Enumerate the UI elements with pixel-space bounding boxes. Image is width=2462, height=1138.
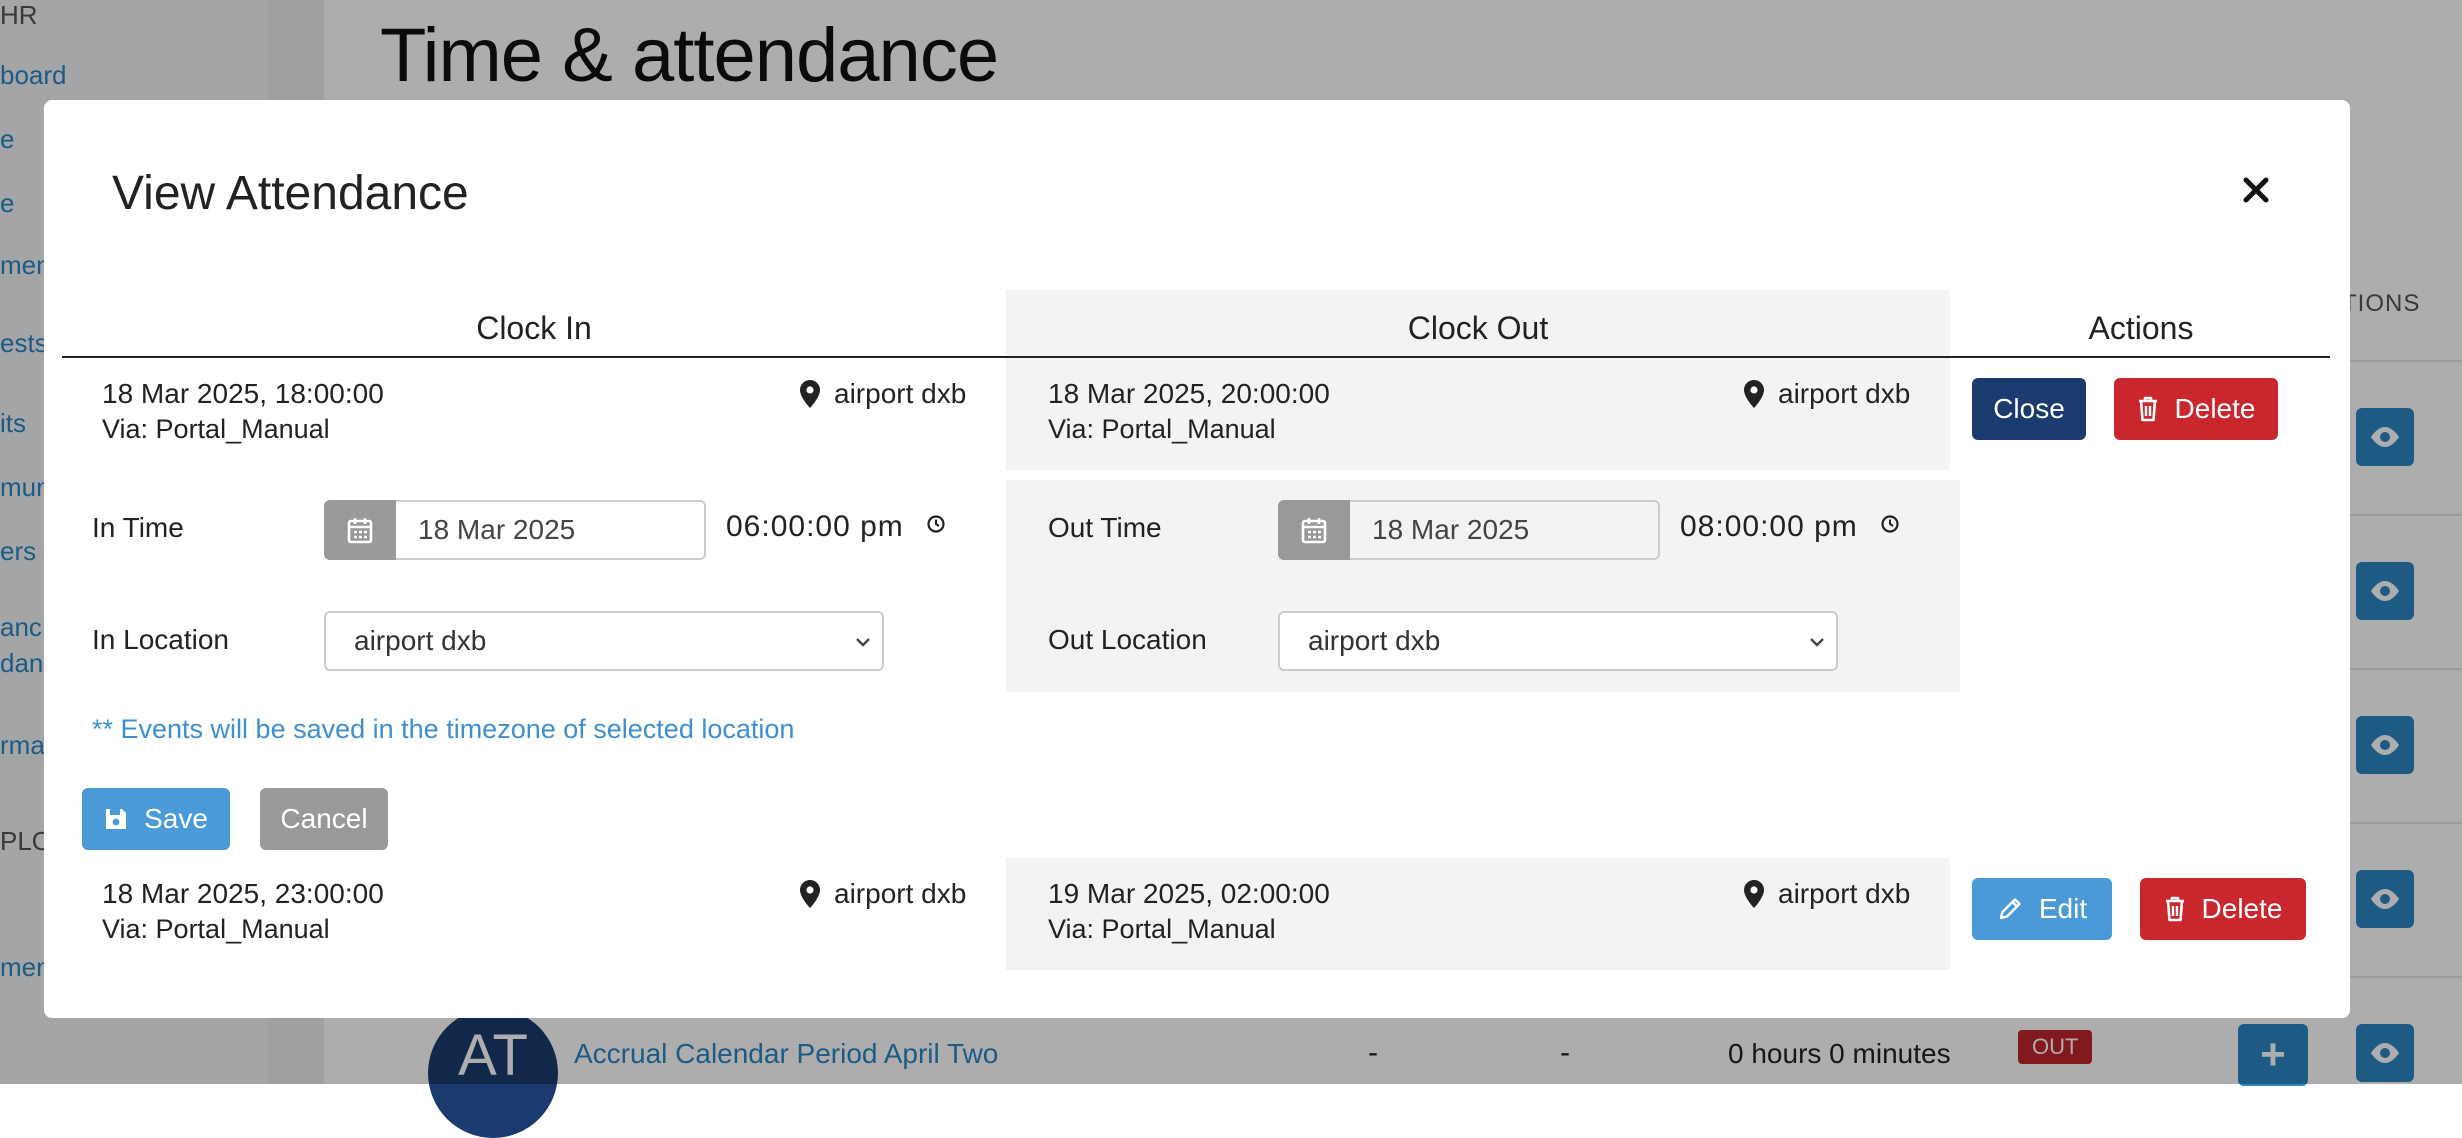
clock-icon[interactable] <box>926 514 946 534</box>
location-label: airport dxb <box>1778 378 1911 409</box>
pencil-icon <box>1999 898 2021 920</box>
map-pin-icon <box>800 380 820 408</box>
clock-icon[interactable] <box>1880 514 1900 534</box>
button-label: Close <box>1993 393 2065 424</box>
location-label: airport dxb <box>834 878 967 909</box>
in-time-input[interactable]: 06:00:00 pm <box>726 510 904 544</box>
in-date-picker-button[interactable] <box>324 500 396 560</box>
clock-out-datetime: 19 Mar 2025, 02:00:00 <box>1048 878 1330 909</box>
delete-button[interactable]: Delete <box>2140 878 2306 940</box>
clock-in-location: airport dxb <box>800 378 966 410</box>
button-label: Save <box>144 803 208 834</box>
floppy-disk-icon <box>106 809 127 829</box>
save-button[interactable]: Save <box>82 788 230 850</box>
edit-button[interactable]: Edit <box>1972 878 2112 940</box>
close-icon <box>2243 177 2269 203</box>
clock-out-location: airport dxb <box>1744 878 1910 910</box>
clock-out-location: airport dxb <box>1744 378 1910 410</box>
out-date-picker-button[interactable] <box>1278 500 1350 560</box>
button-label: Cancel <box>280 803 368 834</box>
map-pin-icon <box>1744 880 1764 908</box>
chevron-down-icon <box>856 638 870 647</box>
map-pin-icon <box>800 880 820 908</box>
chevron-down-icon <box>1810 638 1824 647</box>
in-date-input[interactable]: 18 Mar 2025 <box>396 500 706 560</box>
out-location-select[interactable]: airport dxb <box>1278 611 1838 671</box>
button-label: Edit <box>2038 893 2088 924</box>
select-value: airport dxb <box>1308 625 1441 656</box>
delete-button[interactable]: Delete <box>2114 378 2278 440</box>
in-location-label: In Location <box>92 624 229 655</box>
out-date-input[interactable]: 18 Mar 2025 <box>1350 500 1660 560</box>
location-label: airport dxb <box>834 378 967 409</box>
timezone-note: ** Events will be saved in the timezone … <box>92 714 795 744</box>
in-location-select[interactable]: airport dxb <box>324 611 884 671</box>
cancel-button[interactable]: Cancel <box>260 788 388 850</box>
clock-in-header: Clock In <box>476 310 592 346</box>
calendar-icon <box>347 518 373 544</box>
clock-out-via: Via: Portal_Manual <box>1048 414 1276 444</box>
actions-header: Actions <box>2088 310 2194 346</box>
in-time-label: In Time <box>92 512 184 543</box>
out-time-input[interactable]: 08:00:00 pm <box>1680 510 1858 544</box>
view-attendance-modal: View Attendance Clock In Clock Out Actio… <box>44 100 2350 1018</box>
clock-out-header: Clock Out <box>1407 310 1549 346</box>
close-edit-button[interactable]: Close <box>1972 378 2086 440</box>
trash-icon <box>2165 896 2184 922</box>
select-value: airport dxb <box>354 625 487 656</box>
clock-in-via: Via: Portal_Manual <box>102 414 330 444</box>
button-label: Delete <box>2201 893 2283 924</box>
button-label: Delete <box>2174 393 2256 424</box>
close-modal-button[interactable] <box>2234 168 2278 212</box>
out-time-label: Out Time <box>1048 512 1162 543</box>
clock-in-via: Via: Portal_Manual <box>102 914 330 944</box>
clock-out-via: Via: Portal_Manual <box>1048 914 1276 944</box>
clock-in-location: airport dxb <box>800 878 966 910</box>
clock-in-datetime: 18 Mar 2025, 23:00:00 <box>102 878 384 909</box>
map-pin-icon <box>1744 380 1764 408</box>
modal-title: View Attendance <box>112 167 469 220</box>
out-location-label: Out Location <box>1048 624 1207 655</box>
location-label: airport dxb <box>1778 878 1911 909</box>
clock-in-datetime: 18 Mar 2025, 18:00:00 <box>102 378 384 409</box>
calendar-icon <box>1301 518 1327 544</box>
clock-out-datetime: 18 Mar 2025, 20:00:00 <box>1048 378 1330 409</box>
header-divider <box>62 356 2330 358</box>
trash-icon <box>2138 396 2157 422</box>
